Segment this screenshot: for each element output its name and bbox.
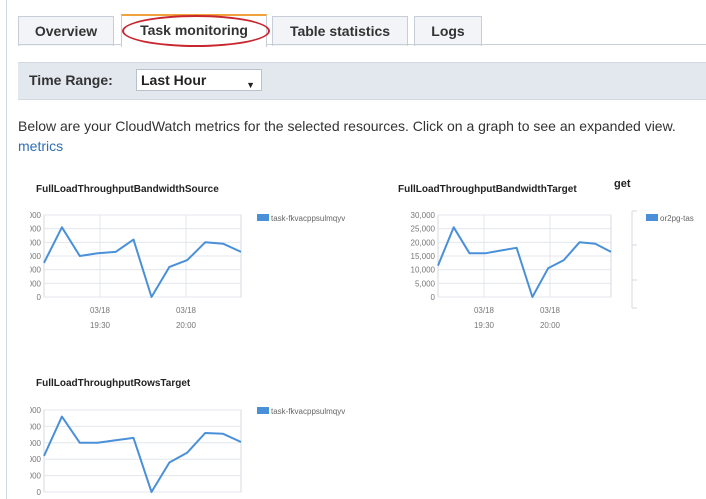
chart-1-x-tick-label: 03/18 <box>176 306 197 315</box>
tab-table-statistics[interactable]: Table statistics <box>272 16 408 46</box>
chart-2-x-tick-label: 03/18 <box>540 306 561 315</box>
chart-3-title: FullLoadThroughputRowsTarget <box>36 378 191 389</box>
chart-1-legend-swatch <box>257 214 269 221</box>
chart-3-legend-label: task-fkvacppsulmqyv <box>271 407 345 416</box>
chart-1-series-line <box>43 226 242 298</box>
chart-3-y-tick-label: 0 <box>37 488 42 497</box>
chevron-down-icon: ▼ <box>246 80 255 90</box>
time-range-label: Time Range: <box>29 72 113 88</box>
info-text: Below are your CloudWatch metrics for th… <box>18 118 676 134</box>
chart-3-plot-area <box>43 409 242 493</box>
chart-2-y-tick-label: 15,000 <box>411 252 436 261</box>
chart-2-x-tick-sublabel: 20:00 <box>540 321 561 330</box>
chart-2[interactable]: 30,000 25,000 20,000 15,000 10,000 5,000 0 03/1… <box>392 205 706 335</box>
chart-1-x-tick-sublabel: 19:30 <box>90 321 111 330</box>
chart-3-y-tick-label: 40,000 <box>30 422 42 431</box>
chart-2-y-tick-label: 10,000 <box>411 266 436 275</box>
tab-task-monitoring[interactable]: Task monitoring <box>121 14 267 47</box>
chart-1-x-tick-label: 03/18 <box>90 306 111 315</box>
chart-2-x-tick-sublabel: 19:30 <box>474 321 495 330</box>
chart-1-y-tick-label: 15,000 <box>30 252 42 261</box>
chart-1-y-tick-label: 20,000 <box>30 238 42 247</box>
tab-bar: Overview Task monitoring Table statistic… <box>18 14 706 47</box>
tab-logs[interactable]: Logs <box>414 16 482 46</box>
chart-3-y-tick-label: 20,000 <box>30 455 42 464</box>
chart-1-title: FullLoadThroughputBandwidthSource <box>36 184 219 195</box>
chart-2-y-tick-label: 5,000 <box>415 279 436 288</box>
chart-3[interactable]: 50,000 40,000 30,000 20,000 10,000 0 task-fkva… <box>30 400 370 499</box>
chart-1-y-tick-label: 25,000 <box>30 225 42 234</box>
chart-2-title: FullLoadThroughputBandwidthTarget <box>398 184 577 195</box>
chart-1-y-tick-label: 10,000 <box>30 266 42 275</box>
chart-2-legend-swatch <box>646 214 658 221</box>
chart-1-x-tick-sublabel: 20:00 <box>176 321 197 330</box>
chart-3-y-tick-label: 30,000 <box>30 439 42 448</box>
chart-3-series-line <box>43 415 242 493</box>
tab-overview[interactable]: Overview <box>18 16 114 46</box>
chart-3-y-tick-label: 50,000 <box>30 406 42 415</box>
chart-1-y-tick-label: 0 <box>37 293 42 302</box>
chart-1-legend-label: task-fkvacppsulmqyv <box>271 214 345 223</box>
chart-1-y-tick-label: 30,000 <box>30 211 42 220</box>
chart-2-y-tick-label: 25,000 <box>411 225 436 234</box>
chart-2-y-tick-label: 20,000 <box>411 238 436 247</box>
metrics-link[interactable]: metrics <box>18 138 63 154</box>
chart-2-x-tick-label: 03/18 <box>474 306 495 315</box>
time-range-toolbar: Time Range: Last Hour ▼ <box>18 62 706 100</box>
chart-2-y-tick-label: 30,000 <box>411 211 436 220</box>
chart-1[interactable]: 30,000 25,000 20,000 15,000 10,000 5,000 0 03/1… <box>30 205 370 335</box>
chart-2-y-tick-label: 0 <box>431 293 436 302</box>
chart-2-legend-label: or2pg-tas <box>660 214 694 223</box>
clipped-background-text: get <box>614 178 631 190</box>
chart-1-y-tick-label: 5,000 <box>30 279 42 288</box>
page-left-border <box>6 0 7 499</box>
time-range-value: Last Hour <box>141 72 207 88</box>
chart-3-legend-swatch <box>257 407 269 414</box>
chart-2-series-line <box>437 226 612 298</box>
time-range-select[interactable]: Last Hour ▼ <box>136 69 262 91</box>
chart-3-y-tick-label: 10,000 <box>30 472 42 481</box>
